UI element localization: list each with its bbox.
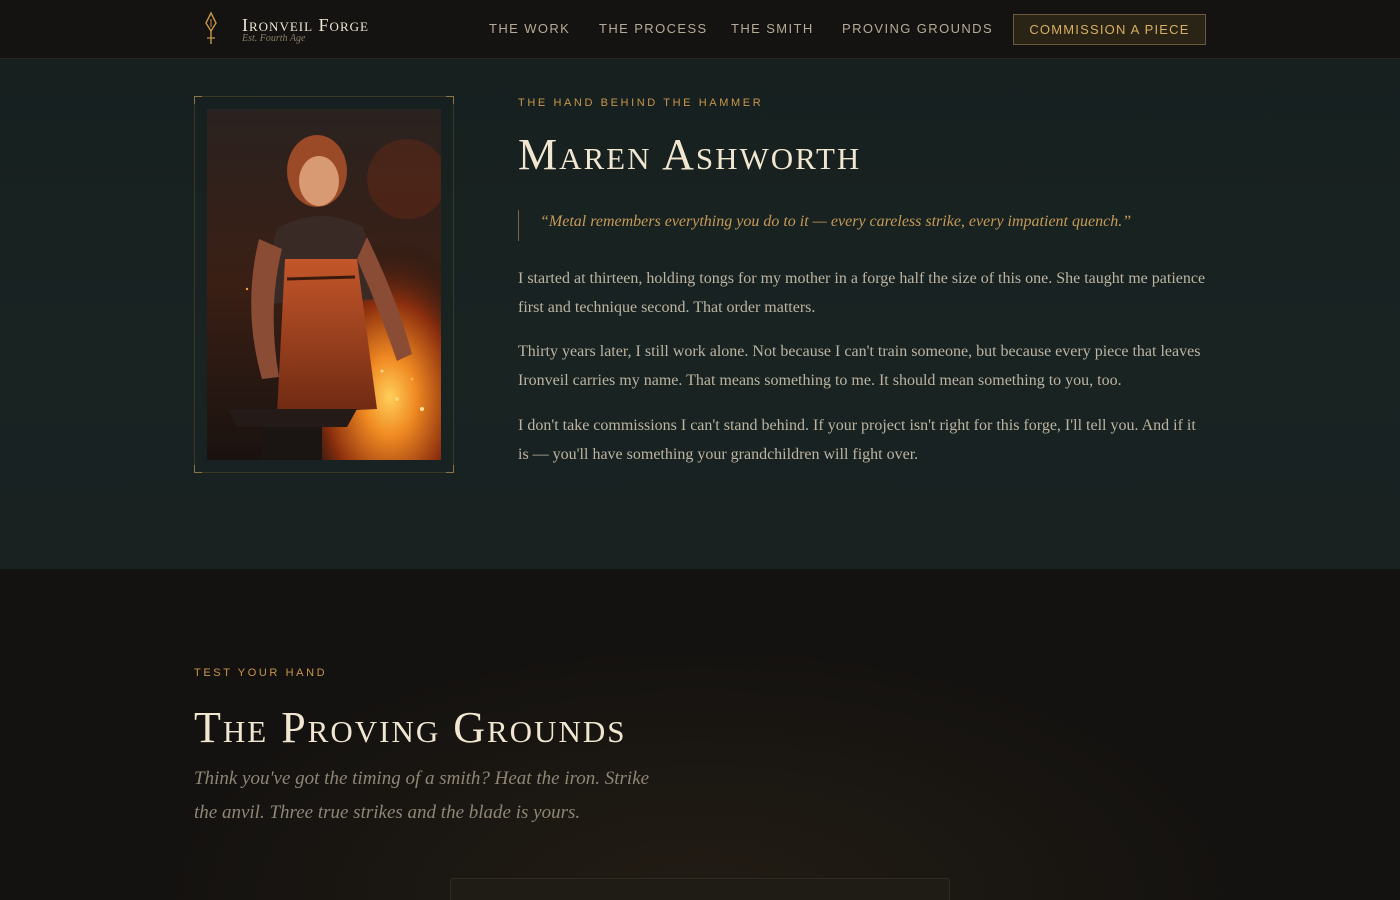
frame-corner	[446, 465, 454, 473]
top-navigation: Ironveil Forge Est. Fourth Age THE WORK …	[0, 0, 1400, 59]
quill-anvil-icon	[205, 11, 217, 44]
section-eyebrow: TEST YOUR HAND	[194, 667, 328, 679]
smith-quote: “Metal remembers everything you do to it…	[540, 213, 1132, 230]
smith-section: THE HAND BEHIND THE HAMMER Maren Ashwort…	[0, 59, 1400, 569]
proving-grounds-description: Think you've got the timing of a smith? …	[194, 768, 650, 823]
portrait-frame	[194, 96, 454, 473]
nav-link-the-smith[interactable]: THE SMITH	[731, 21, 814, 36]
frame-corner	[446, 96, 454, 104]
proving-grounds-heading: The Proving Grounds	[194, 703, 627, 752]
forge-game-panel[interactable]	[450, 878, 950, 900]
frame-corner	[194, 96, 202, 104]
bio-paragraph: I don't take commissions I can't stand b…	[518, 417, 1196, 463]
commission-button[interactable]: COMMISSION A PIECE	[1013, 14, 1206, 45]
nav-link-the-work[interactable]: THE WORK	[489, 21, 570, 36]
bio-paragraph: Thirty years later, I still work alone. …	[518, 343, 1201, 389]
frame-corner	[194, 465, 202, 473]
section-eyebrow: THE HAND BEHIND THE HAMMER	[518, 97, 764, 109]
smith-name-heading: Maren Ashworth	[518, 130, 862, 179]
proving-grounds-section: TEST YOUR HAND The Proving Grounds Think…	[0, 569, 1400, 900]
quote-divider	[518, 210, 519, 241]
brand-logo-link[interactable]: Ironveil Forge Est. Fourth Age	[200, 9, 400, 49]
nav-link-proving-grounds[interactable]: PROVING GROUNDS	[842, 21, 993, 36]
nav-link-the-process[interactable]: THE PROCESS	[599, 21, 708, 36]
brand-tagline: Est. Fourth Age	[242, 33, 306, 44]
smith-portrait-image	[207, 109, 441, 460]
bio-paragraph: I started at thirteen, holding tongs for…	[518, 270, 1206, 316]
